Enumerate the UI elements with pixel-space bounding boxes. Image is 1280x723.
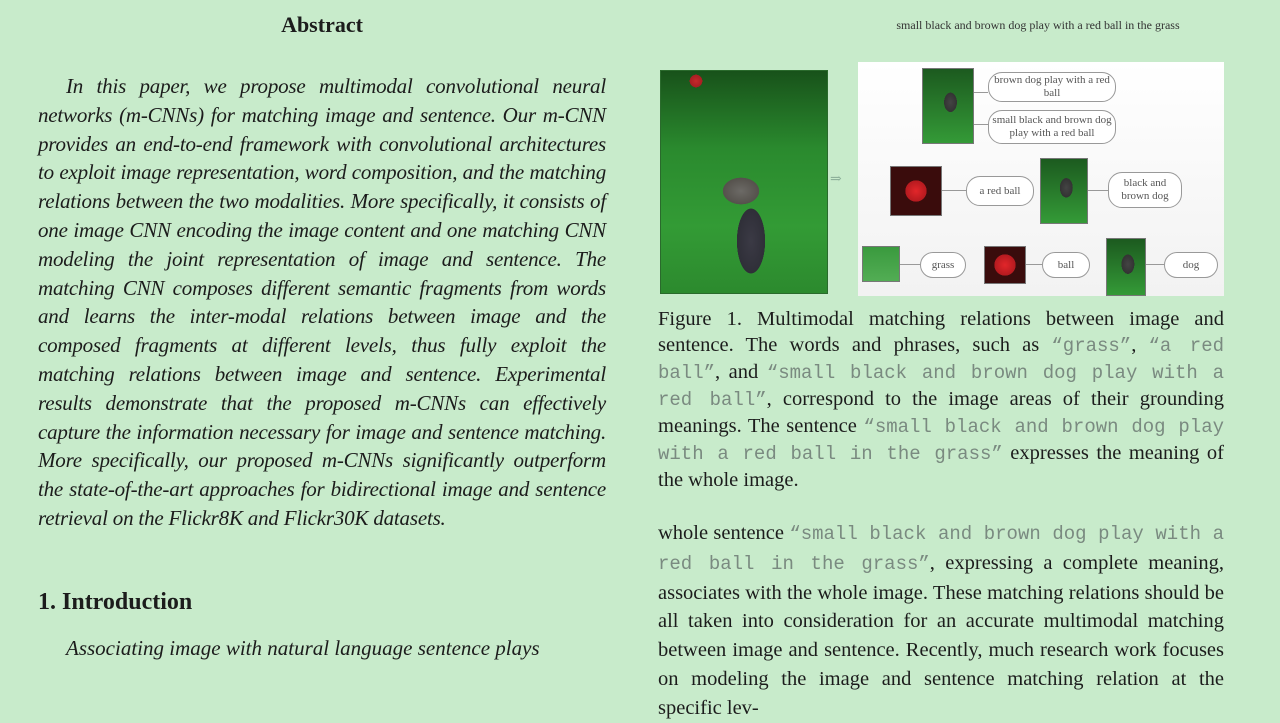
figure-caption: Figure 1. Multimodal matching relations … [658, 308, 1224, 491]
figure-top-label: small black and brown dog play with a re… [896, 18, 1180, 32]
phrase-node: ball [1042, 252, 1090, 278]
phrase-node: grass [920, 252, 966, 278]
arrow-icon: ⇒ [830, 172, 842, 187]
phrase-node: small black and brown dog play with a re… [988, 110, 1116, 144]
ball-thumbnail [890, 166, 942, 216]
dog-thumbnail [922, 68, 974, 144]
grass-thumbnail [862, 246, 900, 282]
phrase-node: brown dog play with a red ball [988, 72, 1116, 102]
right-column: small black and brown dog play with a re… [658, 0, 1224, 723]
dog-thumbnail [1106, 238, 1146, 296]
introduction-text: Associating image with natural language … [66, 635, 540, 660]
dog-photo [660, 70, 828, 294]
ball-thumbnail [984, 246, 1026, 284]
body-paragraph: whole sentence “small black and brown do… [658, 522, 1224, 719]
abstract-title: Abstract [281, 12, 363, 37]
abstract-text: In this paper, we propose multimodal con… [38, 74, 606, 530]
dog-thumbnail [1040, 158, 1088, 224]
phrase-node: dog [1164, 252, 1218, 278]
phrase-node: black and brown dog [1108, 172, 1182, 208]
matching-diagram: brown dog play with a red ball small bla… [858, 62, 1224, 296]
figure-1: small black and brown dog play with a re… [658, 0, 1224, 300]
phrase-node: a red ball [966, 176, 1034, 206]
introduction-heading: 1. Introduction [38, 588, 193, 615]
left-column: Abstract In this paper, we propose multi… [38, 0, 606, 663]
